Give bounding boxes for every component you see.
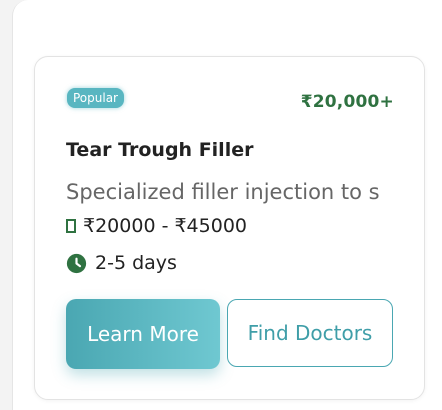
price-range-text: ₹20000 - ₹45000	[83, 215, 247, 237]
clock-icon	[66, 253, 87, 273]
price-range-row: ₹20000 - ₹45000	[66, 215, 247, 237]
treatment-card: Popular ₹20,000+ Tear Trough Filler Spec…	[34, 56, 425, 400]
treatment-title: Tear Trough Filler	[66, 139, 254, 161]
rectangle-icon	[66, 219, 76, 233]
duration-row: 2-5 days	[66, 252, 177, 274]
learn-more-button[interactable]: Learn More	[66, 299, 220, 369]
find-doctors-button[interactable]: Find Doctors	[227, 299, 393, 367]
popular-badge: Popular	[67, 88, 124, 108]
starting-price: ₹20,000+	[300, 92, 394, 112]
duration-text: 2-5 days	[95, 252, 177, 274]
treatment-description: Specialized filler injection to s	[66, 180, 380, 204]
